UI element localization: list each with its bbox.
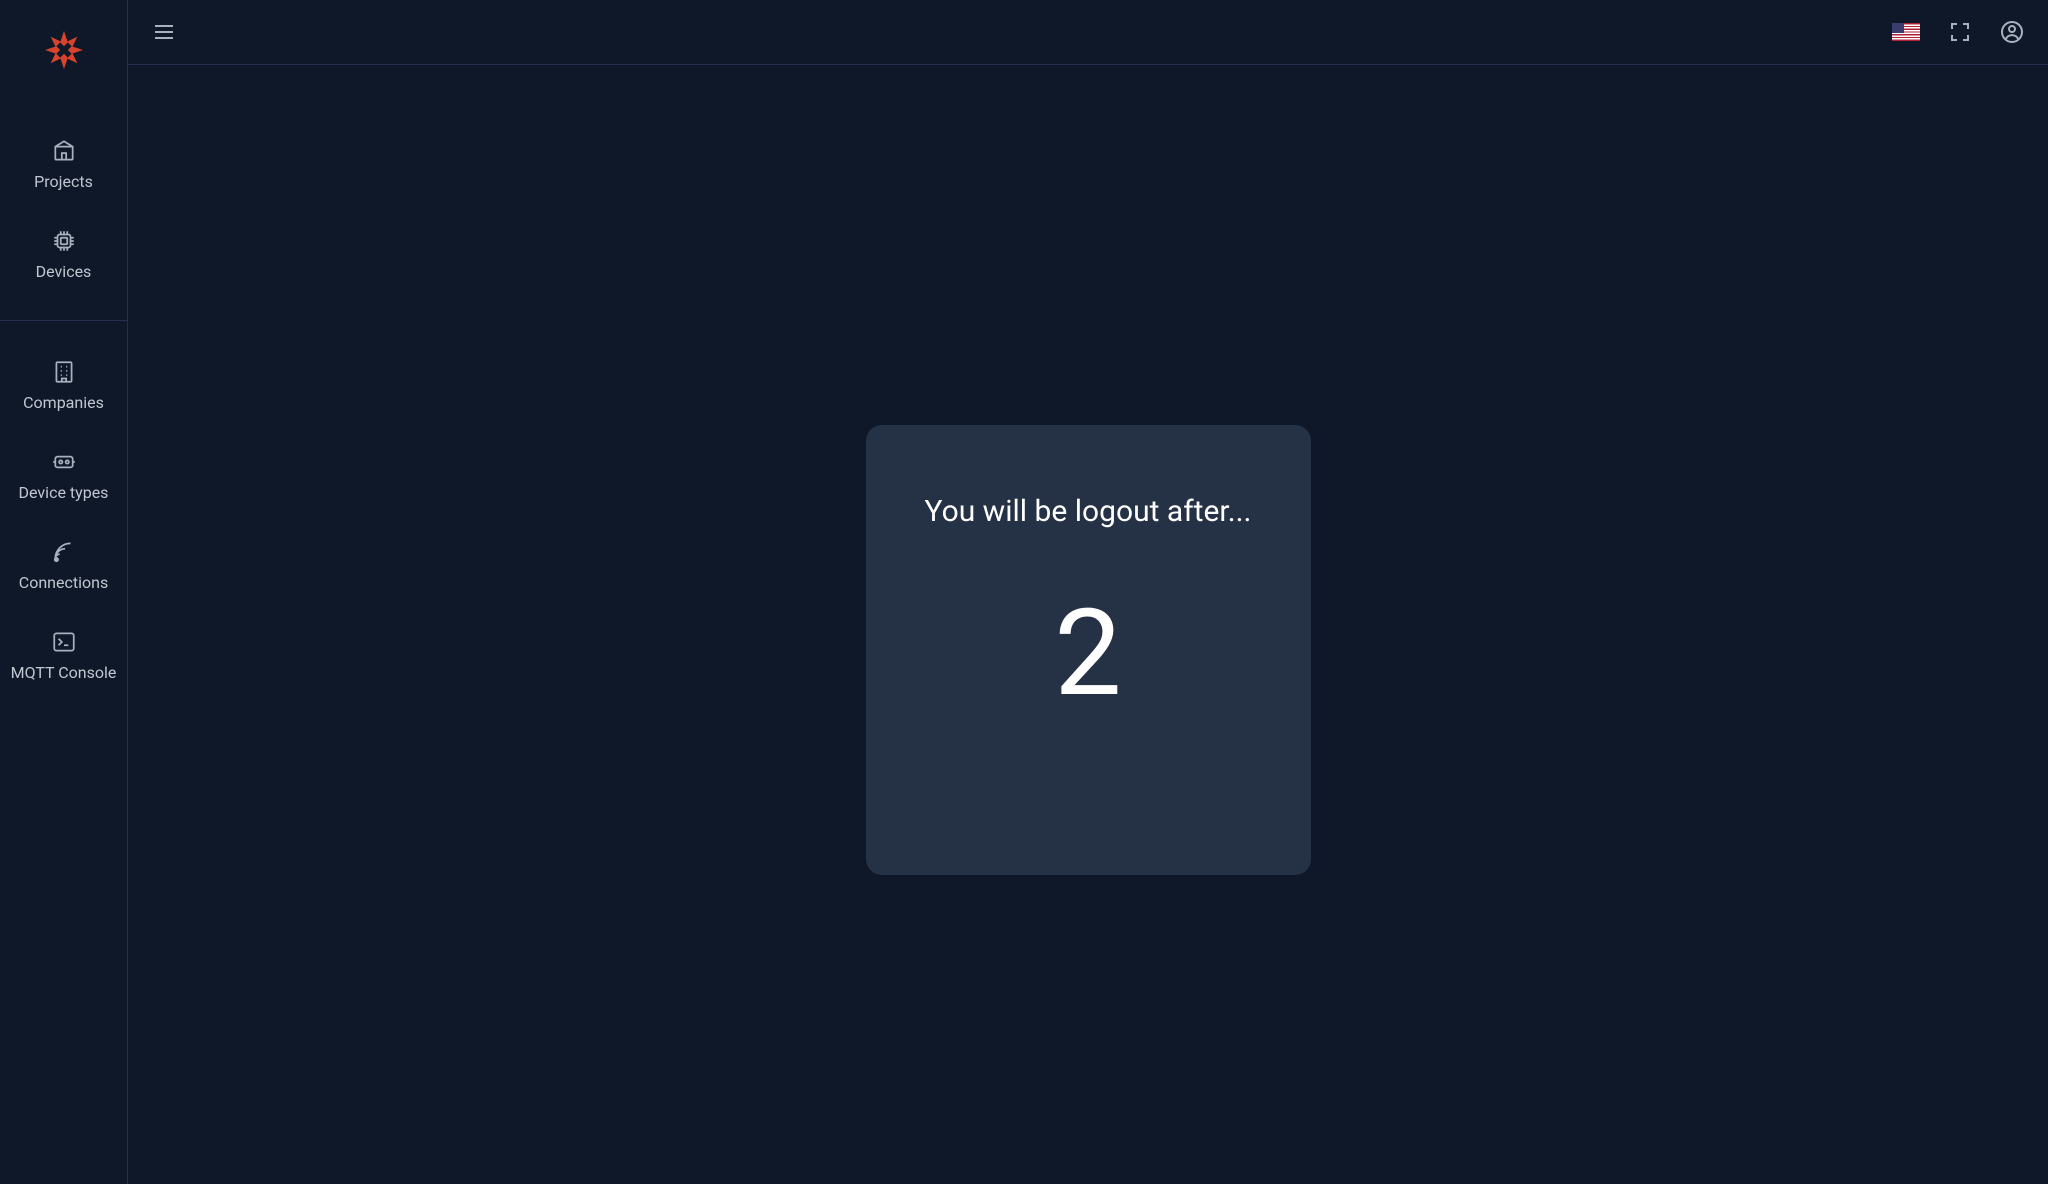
sidebar: Projects Devices Companies bbox=[0, 0, 128, 1184]
sidebar-item-label: Connections bbox=[19, 573, 108, 593]
language-flag-icon[interactable] bbox=[1892, 23, 1920, 41]
device-types-icon bbox=[51, 449, 77, 475]
sidebar-item-label: Projects bbox=[34, 172, 93, 192]
sidebar-item-label: Device types bbox=[19, 483, 109, 503]
logo-container bbox=[0, 0, 127, 100]
app-logo-icon bbox=[45, 31, 83, 69]
sidebar-item-devices[interactable]: Devices bbox=[0, 210, 127, 300]
content-area: You will be logout after... 2 bbox=[128, 65, 2048, 1184]
topbar-right bbox=[1892, 20, 2024, 44]
account-icon[interactable] bbox=[2000, 20, 2024, 44]
menu-toggle-icon[interactable] bbox=[152, 20, 176, 44]
main-area: You will be logout after... 2 bbox=[128, 0, 2048, 1184]
logout-modal: You will be logout after... 2 bbox=[866, 425, 1311, 875]
sidebar-item-label: Companies bbox=[23, 393, 104, 413]
sidebar-item-projects[interactable]: Projects bbox=[0, 120, 127, 210]
mqtt-console-icon bbox=[51, 629, 77, 655]
logout-countdown: 2 bbox=[1054, 594, 1121, 714]
topbar bbox=[128, 0, 2048, 65]
companies-icon bbox=[51, 359, 77, 385]
connections-icon bbox=[51, 539, 77, 565]
projects-icon bbox=[51, 138, 77, 164]
sidebar-item-device-types[interactable]: Device types bbox=[0, 431, 127, 521]
logout-modal-title: You will be logout after... bbox=[925, 489, 1252, 534]
devices-icon bbox=[51, 228, 77, 254]
sidebar-item-label: MQTT Console bbox=[11, 663, 117, 683]
sidebar-item-companies[interactable]: Companies bbox=[0, 341, 127, 431]
nav-group-primary: Projects Devices bbox=[0, 100, 127, 320]
sidebar-item-connections[interactable]: Connections bbox=[0, 521, 127, 611]
topbar-left bbox=[152, 20, 176, 44]
sidebar-item-mqtt-console[interactable]: MQTT Console bbox=[0, 611, 127, 701]
sidebar-item-label: Devices bbox=[36, 262, 92, 282]
nav-group-secondary: Companies Device types Connections bbox=[0, 320, 127, 721]
fullscreen-icon[interactable] bbox=[1948, 20, 1972, 44]
